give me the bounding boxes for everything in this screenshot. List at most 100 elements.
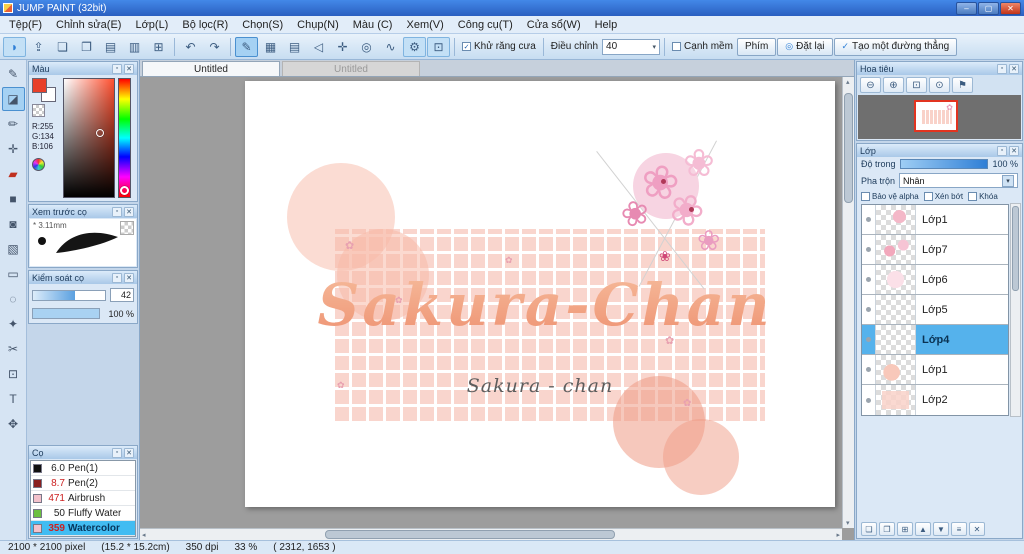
key-button[interactable]: Phím bbox=[736, 37, 777, 56]
close-icon[interactable]: ✕ bbox=[1009, 63, 1019, 74]
chat-icon[interactable]: ❐ bbox=[75, 37, 98, 57]
menu-color[interactable]: Màu (C) bbox=[346, 18, 400, 32]
layer-scroll-thumb[interactable] bbox=[1012, 206, 1019, 291]
zoom-out-icon[interactable]: ⊖ bbox=[860, 77, 881, 93]
color-wheel-icon[interactable] bbox=[32, 158, 45, 171]
tab-untitled-2[interactable]: Untitled bbox=[282, 61, 420, 76]
tab-untitled-1[interactable]: Untitled bbox=[142, 61, 280, 76]
visibility-dot-icon[interactable] bbox=[862, 355, 876, 384]
flag-icon[interactable]: ⚑ bbox=[952, 77, 973, 93]
menu-help[interactable]: Help bbox=[588, 18, 625, 32]
scroll-down-icon[interactable]: ▾ bbox=[846, 519, 850, 527]
opacity-slider[interactable] bbox=[899, 159, 989, 169]
arrow-tool-icon[interactable]: ◁ bbox=[307, 37, 330, 57]
merge-layer-icon[interactable]: ≡ bbox=[951, 522, 967, 536]
minimize-button[interactable]: – bbox=[956, 1, 977, 15]
reset-button[interactable]: ◎ Đặt lại bbox=[777, 37, 833, 56]
close-button[interactable]: ✕ bbox=[1000, 1, 1021, 15]
chevron-down-icon[interactable]: ▾ bbox=[1002, 174, 1014, 187]
close-icon[interactable]: ✕ bbox=[124, 206, 134, 217]
popout-icon[interactable]: ▫ bbox=[997, 63, 1007, 74]
menu-file[interactable]: Tệp(F) bbox=[2, 18, 49, 32]
hue-slider[interactable] bbox=[118, 78, 131, 198]
alpha-protect-checkbox[interactable]: Bảo vệ alpha bbox=[861, 192, 919, 201]
brush-size-slider[interactable] bbox=[32, 289, 106, 301]
gradient-tool-icon[interactable]: ▧ bbox=[2, 237, 25, 261]
layer-row[interactable]: Lớp6 bbox=[862, 265, 1008, 295]
close-icon[interactable]: ✕ bbox=[124, 272, 134, 283]
lines-tool-icon[interactable]: ▤ bbox=[283, 37, 306, 57]
foreground-color-swatch[interactable] bbox=[32, 78, 47, 93]
horizontal-scroll-thumb[interactable] bbox=[325, 530, 615, 539]
panel-layout-2-icon[interactable]: ▥ bbox=[123, 37, 146, 57]
brush-item-pen2[interactable]: 8.7 Pen(2) bbox=[31, 476, 135, 491]
close-icon[interactable]: ✕ bbox=[124, 447, 134, 458]
magic-wand-tool-icon[interactable]: ✦ bbox=[2, 312, 25, 336]
export-icon[interactable]: ⇪ bbox=[27, 37, 50, 57]
brush-tool-icon[interactable]: ✎ bbox=[235, 36, 258, 57]
horizontal-scrollbar[interactable]: ◂ ▸ bbox=[140, 528, 842, 540]
delete-layer-icon[interactable]: ✕ bbox=[969, 522, 985, 536]
lock-checkbox[interactable]: Khóa bbox=[968, 192, 998, 201]
redo-icon[interactable]: ↷ bbox=[203, 37, 226, 57]
fill-tool-icon[interactable]: ◙ bbox=[2, 212, 25, 236]
layer-row[interactable]: Lớp7 bbox=[862, 235, 1008, 265]
gear-icon[interactable]: ⚙ bbox=[403, 36, 426, 57]
fg-bg-swatches[interactable] bbox=[32, 78, 56, 102]
pen-tool-icon[interactable]: ✎ bbox=[2, 62, 25, 86]
close-icon[interactable]: ✕ bbox=[124, 63, 134, 74]
visibility-dot-icon[interactable] bbox=[862, 295, 876, 324]
transparent-swatch[interactable] bbox=[32, 104, 45, 117]
popout-icon[interactable]: ▫ bbox=[112, 63, 122, 74]
layer-row[interactable]: Lớp2 bbox=[862, 385, 1008, 415]
antialias-checkbox[interactable]: ✓ Khử răng cưa bbox=[459, 41, 539, 52]
lasso-tool-icon[interactable]: ◌ bbox=[2, 287, 25, 311]
menu-snap[interactable]: Chụp(N) bbox=[290, 18, 346, 32]
curve-tool-icon[interactable]: ∿ bbox=[379, 37, 402, 57]
stamp-tool-icon[interactable]: ⊡ bbox=[2, 362, 25, 386]
circle-tool-icon[interactable]: ◎ bbox=[355, 37, 378, 57]
move-tool-icon[interactable]: ✛ bbox=[2, 137, 25, 161]
soft-edge-checkbox[interactable]: Cạnh mềm bbox=[669, 41, 736, 52]
snap-tool-icon[interactable]: ⊡ bbox=[427, 36, 450, 57]
hand-tool-icon[interactable]: ✥ bbox=[2, 412, 25, 436]
popout-icon[interactable]: ▫ bbox=[112, 272, 122, 283]
move-layer-up-icon[interactable]: ▲ bbox=[915, 522, 931, 536]
menu-edit[interactable]: Chỉnh sửa(E) bbox=[49, 18, 128, 32]
layer-row-selected[interactable]: Lớp4 bbox=[862, 325, 1008, 355]
eraser-tool-icon[interactable]: ◪ bbox=[1, 87, 25, 111]
panel-layout-1-icon[interactable]: ▤ bbox=[99, 37, 122, 57]
sv-cursor[interactable] bbox=[96, 128, 104, 137]
select-rect-tool-icon[interactable]: ▭ bbox=[2, 262, 25, 286]
text-tool-icon[interactable]: T bbox=[2, 387, 25, 411]
new-layer-icon[interactable]: ❏ bbox=[861, 522, 877, 536]
layer-scrollbar[interactable] bbox=[1010, 203, 1021, 417]
menu-layer[interactable]: Lớp(L) bbox=[128, 18, 175, 32]
scroll-right-icon[interactable]: ▸ bbox=[836, 531, 840, 539]
menu-tools[interactable]: Công cụ(T) bbox=[451, 18, 520, 32]
zoom-fit-icon[interactable]: ⊡ bbox=[906, 77, 927, 93]
hue-cursor[interactable] bbox=[120, 186, 129, 195]
navigator-thumbnail[interactable]: ✿ bbox=[914, 100, 958, 132]
scroll-up-icon[interactable]: ▴ bbox=[846, 78, 850, 86]
brush-item-airbrush[interactable]: 471 Airbrush bbox=[31, 491, 135, 506]
visibility-dot-icon[interactable] bbox=[862, 235, 876, 264]
cloud-brush-icon[interactable]: ◗ bbox=[3, 36, 26, 57]
popout-icon[interactable]: ▫ bbox=[997, 145, 1007, 156]
blend-mode-select[interactable]: Nhân ▾ bbox=[899, 173, 1018, 188]
scroll-left-icon[interactable]: ◂ bbox=[142, 531, 146, 539]
brush-item-pen1[interactable]: 6.0 Pen(1) bbox=[31, 461, 135, 476]
popout-icon[interactable]: ▫ bbox=[112, 447, 122, 458]
visibility-dot-icon[interactable] bbox=[862, 325, 876, 354]
menu-select[interactable]: Chọn(S) bbox=[235, 18, 290, 32]
layer-row[interactable]: Lớp5 bbox=[862, 295, 1008, 325]
menu-filter[interactable]: Bộ lọc(R) bbox=[175, 18, 235, 32]
layer-row[interactable]: Lớp1 bbox=[862, 355, 1008, 385]
brush-item-fluffy-water[interactable]: 50 Fluffy Water bbox=[31, 506, 135, 521]
saturation-value-picker[interactable] bbox=[63, 78, 115, 198]
chevron-down-icon[interactable]: ▾ bbox=[653, 43, 657, 51]
layer-folder-icon[interactable]: ⊞ bbox=[897, 522, 913, 536]
undo-icon[interactable]: ↶ bbox=[179, 37, 202, 57]
comment-icon[interactable]: ❏ bbox=[51, 37, 74, 57]
clipping-checkbox[interactable]: Xén bớt bbox=[923, 192, 963, 201]
